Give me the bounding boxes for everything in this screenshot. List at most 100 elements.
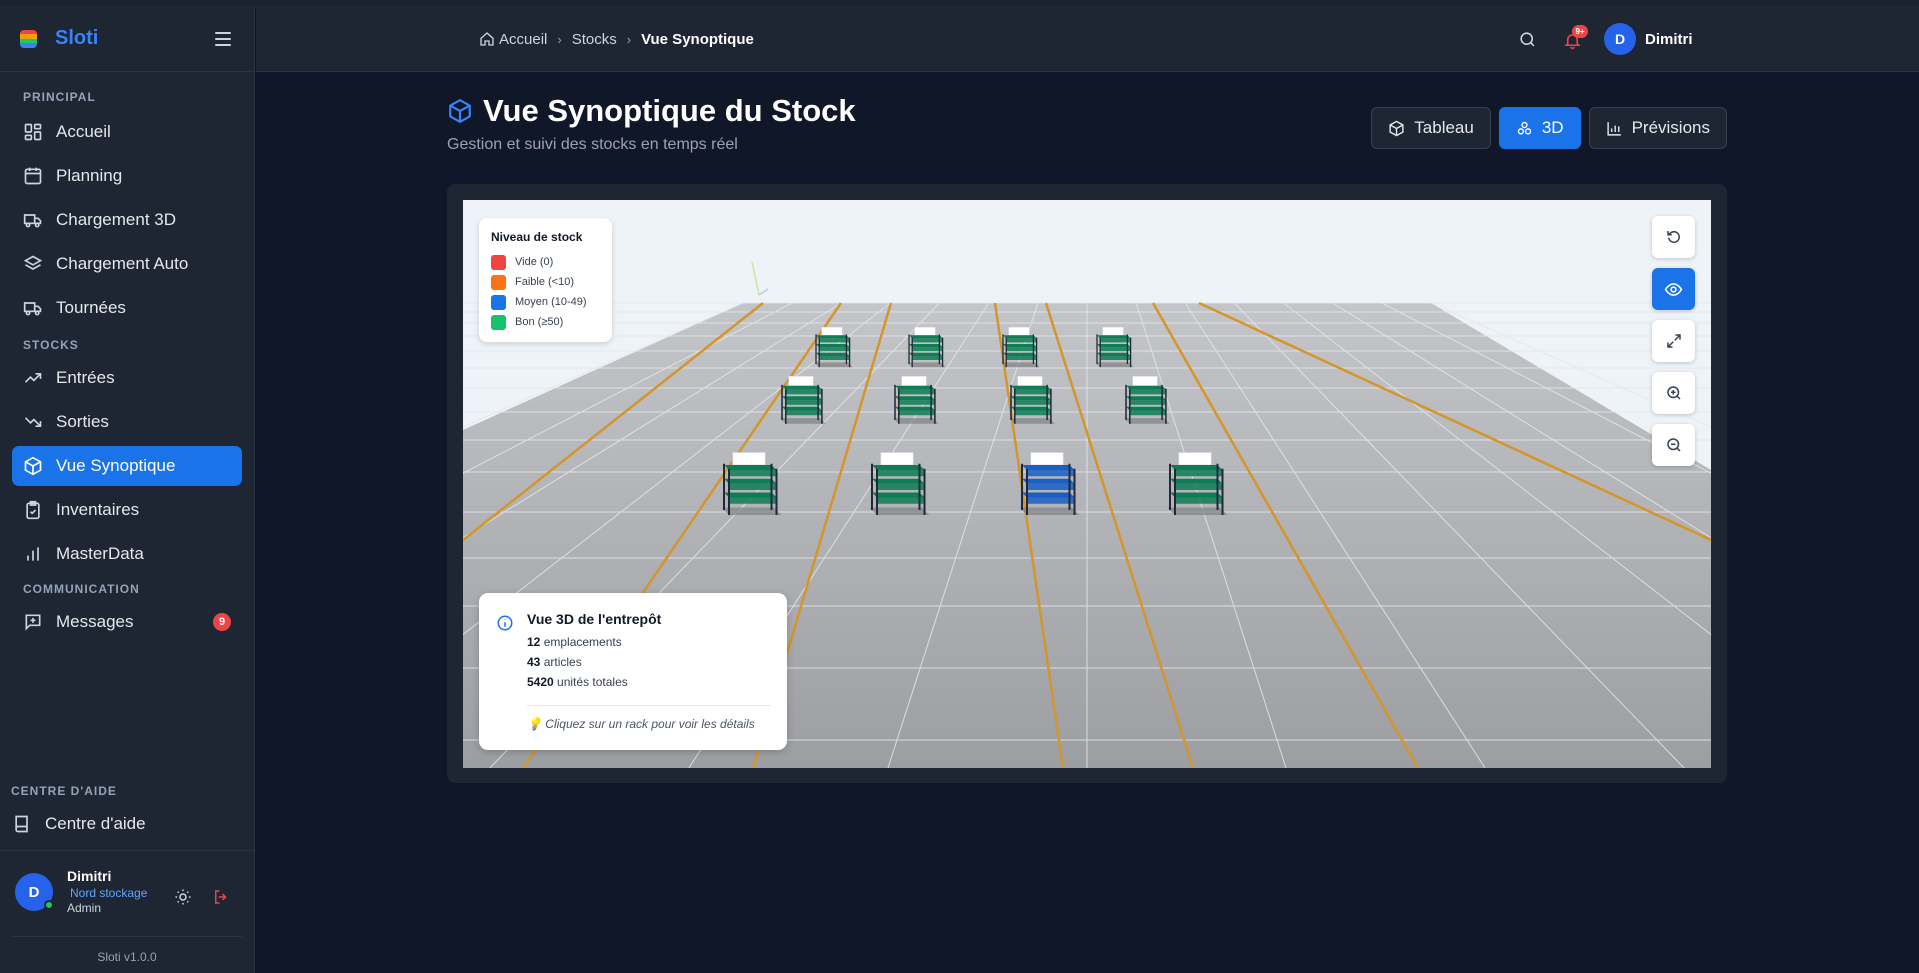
chevron-right-icon: › — [557, 31, 562, 47]
warehouse-3d-card: Niveau de stock Vide (0) Faible (<10) Mo… — [447, 184, 1727, 783]
stat-label: unités totales — [557, 675, 628, 689]
sidebar-item-messages[interactable]: Messages 9 — [12, 602, 242, 642]
stat-locations: 12 emplacements — [527, 635, 771, 655]
messages-badge: 9 — [213, 613, 231, 631]
view-3d-button[interactable]: 3D — [1498, 107, 1581, 149]
lightbulb-icon: 💡 — [527, 717, 542, 731]
book-icon — [15, 815, 28, 833]
section-label-communication: COMMUNICATION — [23, 582, 140, 596]
layers-icon — [23, 255, 43, 270]
notifications-button[interactable]: 9+ — [1563, 25, 1588, 50]
online-status-dot — [44, 900, 54, 910]
info-hint: 💡 Cliquez sur un rack pour voir les déta… — [527, 705, 771, 731]
molecule-icon — [1517, 121, 1532, 135]
legend-label: Faible (<10) — [515, 276, 575, 288]
warehouse-info-panel: Vue 3D de l'entrepôt 12 emplacements 43 … — [479, 593, 787, 750]
info-hint-text: Cliquez sur un rack pour voir les détail… — [545, 717, 755, 731]
breadcrumb-stocks[interactable]: Stocks — [572, 31, 617, 48]
sidebar-item-label: Planning — [56, 166, 123, 185]
menu-toggle-icon[interactable] — [212, 28, 234, 50]
breadcrumb-accueil[interactable]: Accueil — [499, 31, 547, 48]
legend-item-vide: Vide (0) — [491, 252, 600, 272]
chevron-right-icon: › — [626, 31, 632, 47]
avatar[interactable]: D — [15, 873, 54, 911]
legend-title: Niveau de stock — [491, 230, 583, 244]
sun-icon[interactable] — [174, 888, 192, 906]
view-tableau-button[interactable]: Tableau — [1371, 107, 1491, 149]
sidebar-item-chargement-3d[interactable]: Chargement 3D — [12, 200, 242, 240]
help-section: CENTRE D'AIDE Centre d'aide — [0, 784, 254, 844]
truck-icon — [23, 214, 42, 228]
sidebar-item-centre-aide[interactable]: Centre d'aide — [0, 804, 254, 844]
bar-chart-icon — [27, 547, 39, 561]
search-icon[interactable] — [1518, 30, 1537, 49]
cube-icon — [24, 456, 42, 476]
header-user-menu[interactable]: D Dimitri — [1604, 23, 1693, 55]
truck-icon — [23, 302, 42, 316]
legend-item-moyen: Moyen (10-49) — [491, 292, 600, 312]
page-title-block: Vue Synoptique du Stock Gestion et suivi… — [447, 93, 856, 154]
legend-item-faible: Faible (<10) — [491, 272, 600, 292]
sidebar-item-label: Tournées — [56, 298, 126, 317]
fullscreen-button[interactable] — [1652, 320, 1695, 362]
cube-icon — [449, 98, 471, 124]
stat-units: 5420 unités totales — [527, 675, 771, 695]
sidebar-item-chargement-auto[interactable]: Chargement Auto — [12, 244, 242, 284]
user-site: Nord stockage — [70, 885, 148, 900]
legend-swatch — [491, 314, 506, 330]
page-title: Vue Synoptique du Stock — [447, 93, 856, 129]
info-icon — [497, 615, 513, 631]
header-user-name: Dimitri — [1645, 30, 1693, 48]
sidebar-item-tournees[interactable]: Tournées — [12, 288, 242, 328]
sidebar-item-vue-synoptique[interactable]: Vue Synoptique — [12, 446, 242, 486]
zoom-out-button[interactable] — [1652, 424, 1695, 466]
user-role: Admin — [67, 900, 102, 915]
sidebar-item-accueil[interactable]: Accueil — [12, 112, 242, 152]
stat-value: 12 — [527, 635, 541, 649]
toggle-view-button[interactable] — [1652, 268, 1695, 310]
info-title: Vue 3D de l'entrepôt — [527, 611, 662, 627]
sidebar-item-label: MasterData — [56, 544, 144, 563]
sidebar-item-sorties[interactable]: Sorties — [12, 402, 242, 442]
view-previsions-label: Prévisions — [1631, 118, 1710, 137]
sidebar-item-masterdata[interactable]: MasterData — [12, 534, 242, 574]
cube-outline-icon — [1389, 120, 1404, 136]
section-label-centre-aide: CENTRE D'AIDE — [11, 784, 117, 798]
app-name: Sloti — [55, 27, 99, 49]
eye-icon — [1664, 282, 1683, 296]
view-previsions-button[interactable]: Prévisions — [1588, 107, 1727, 149]
sidebar-item-planning[interactable]: Planning — [12, 156, 242, 196]
trending-up-icon — [24, 373, 42, 383]
clipboard-check-icon — [26, 500, 40, 520]
legend-label: Bon (≥50) — [515, 316, 564, 328]
sidebar-item-label: Inventaires — [56, 500, 140, 519]
user-name: Dimitri — [67, 868, 112, 884]
legend-label: Moyen (10-49) — [515, 296, 587, 308]
sidebar-item-entrees[interactable]: Entrées — [12, 358, 242, 398]
header-avatar: D — [1604, 23, 1636, 55]
legend-label: Vide (0) — [515, 256, 554, 268]
reset-view-button[interactable] — [1652, 216, 1695, 258]
sidebar-item-label: Messages — [56, 612, 134, 631]
zoom-in-icon — [1666, 386, 1681, 400]
scene-controls — [1652, 216, 1695, 466]
sidebar-item-label: Chargement 3D — [56, 210, 177, 229]
stat-articles: 43 articles — [527, 655, 771, 675]
notifications-badge: 9+ — [1572, 25, 1588, 38]
warehouse-3d-viewport[interactable]: Niveau de stock Vide (0) Faible (<10) Mo… — [463, 200, 1711, 768]
view-switcher: Tableau 3D Prévisions — [1371, 107, 1727, 149]
view-3d-label: 3D — [1541, 118, 1564, 137]
page-title-text: Vue Synoptique du Stock — [483, 93, 856, 128]
calendar-icon — [24, 167, 42, 185]
zoom-in-button[interactable] — [1652, 372, 1695, 414]
stat-value: 43 — [527, 655, 541, 669]
section-label-stocks: STOCKS — [23, 338, 79, 352]
sidebar: Sloti PRINCIPAL Accueil Planning Chargem… — [0, 6, 255, 973]
stat-label: articles — [543, 655, 582, 669]
bar-chart-icon — [1606, 121, 1621, 136]
sidebar-item-label: Entrées — [56, 368, 115, 387]
logout-icon[interactable] — [212, 888, 230, 906]
rotate-ccw-icon — [1666, 230, 1680, 243]
sidebar-item-inventaires[interactable]: Inventaires — [12, 490, 242, 530]
maximize-icon — [1666, 334, 1681, 348]
